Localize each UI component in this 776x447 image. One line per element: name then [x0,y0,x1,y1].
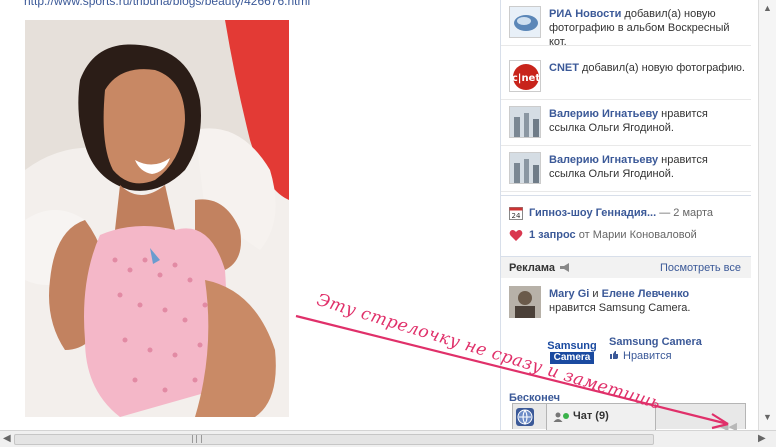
ad-page-title[interactable]: Samsung Camera [609,336,702,348]
ticker-item[interactable]: Валерию Игнатьеву нравится ссылка Ольги … [501,146,751,192]
person-icon [553,412,563,422]
user-photo-icon [509,106,541,138]
ticker-item[interactable]: РИА Новости добавил(а) новую фотографию … [501,0,751,48]
chat-label: Чат [573,410,593,422]
chat-count: (9) [595,410,609,422]
megaphone-icon [560,263,569,272]
vertical-scrollbar[interactable]: ▲ ▼ [758,0,776,430]
ad-user-link[interactable]: Mary Gi [549,288,589,300]
heart-icon [509,230,523,241]
horizontal-scrollbar[interactable]: ◀ ▶ [0,430,776,447]
event-title[interactable]: Гипноз-шоу Геннадия... [529,207,656,219]
globe-icon[interactable] [516,408,534,426]
scrollbar-grip-icon [192,435,202,443]
like-button[interactable]: Нравится [609,350,672,362]
ad-social-item[interactable]: Mary Gi и Елене Левченко нравится Samsung… [501,282,751,328]
logo-line1: Samsung [547,340,597,352]
request-from: от Марии Коноваловой [575,229,697,241]
ticker-text: добавил(а) новую фотографию. [578,62,745,74]
event-item[interactable]: 24 Гипноз-шоу Геннадия... — 2 марта [509,206,749,224]
calendar-icon: 24 [509,207,523,220]
online-dot-icon [563,413,569,419]
request-item[interactable]: 1 запрос от Марии Коноваловой [509,228,749,246]
scroll-up-arrow-icon[interactable]: ▲ [763,3,772,13]
event-date: — 2 марта [659,207,714,219]
ad-user-link[interactable]: Елене Левченко [602,288,690,300]
ticker-item[interactable]: Валерию Игнатьеву нравится ссылка Ольги … [501,100,751,146]
ria-logo-icon [509,6,541,38]
svg-text:c|net: c|net [512,73,540,84]
svg-text:24: 24 [512,212,521,220]
user-photo-icon [509,286,541,318]
user-photo-icon [509,152,541,184]
photo-image [25,20,289,417]
ticker-actor[interactable]: РИА Новости [549,8,621,20]
ads-header: Реклама Посмотреть все [501,256,751,278]
ticker-actor[interactable]: Валерию Игнатьеву [549,154,658,166]
ads-title: Реклама [509,262,556,274]
scroll-right-arrow-icon[interactable]: ▶ [758,433,766,444]
page-url-link[interactable]: http://www.sports.ru/tribuna/blogs/beaut… [24,0,310,8]
ticker-item[interactable]: c|net CNET добавил(а) новую фотографию. [501,54,751,100]
post-photo[interactable] [25,20,289,417]
thumbs-up-icon [610,351,618,359]
scrollbar-thumb[interactable] [14,434,654,445]
activity-ticker: РИА Новости добавил(а) новую фотографию … [501,0,751,196]
request-title[interactable]: 1 запрос [529,229,576,241]
ad-connector: и [589,288,602,300]
ticker-actor[interactable]: CNET [549,62,579,74]
cnet-logo-icon: c|net [509,60,541,92]
scroll-down-arrow-icon[interactable]: ▼ [763,412,772,422]
scroll-left-arrow-icon[interactable]: ◀ [3,433,11,444]
ad-social-text: нравится Samsung Camera. [549,302,691,314]
ticker-actor[interactable]: Валерию Игнатьеву [549,108,658,120]
like-label: Нравится [623,350,672,362]
see-all-ads-link[interactable]: Посмотреть все [660,262,741,274]
